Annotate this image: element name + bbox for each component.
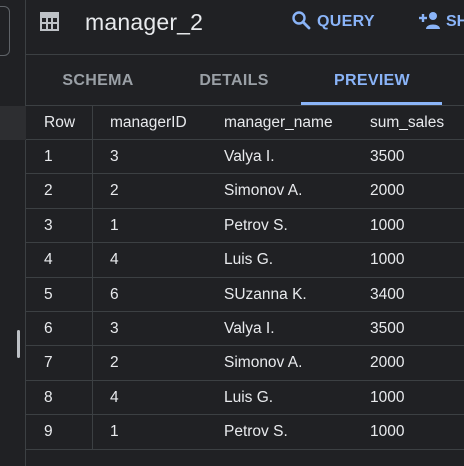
sum-sales-cell: 3400: [370, 285, 405, 303]
query-button-label: QUERY: [317, 13, 375, 30]
manager-name-cell: Valya I.: [224, 319, 275, 337]
manager-name-cell: Luis G.: [224, 388, 274, 406]
column-header-managerid[interactable]: managerID: [110, 106, 187, 140]
share-button-label: SH: [446, 13, 464, 30]
manager-name-cell: Luis G.: [224, 251, 274, 269]
row-number-cell: 8: [44, 388, 53, 406]
query-button[interactable]: QUERY: [291, 8, 375, 36]
person-add-icon: [418, 10, 442, 35]
manager-name-cell: Simonov A.: [224, 182, 303, 200]
manager-id-cell: 2: [110, 182, 119, 200]
row-number-cell: 6: [44, 319, 53, 337]
table-icon: [40, 12, 59, 31]
sum-sales-cell: 1000: [370, 388, 405, 406]
manager-name-cell: Petrov S.: [224, 423, 288, 441]
left-gutter: [0, 0, 26, 466]
tab-schema[interactable]: SCHEMA: [60, 55, 136, 105]
resize-handle[interactable]: [17, 330, 20, 358]
sum-sales-cell: 3500: [370, 148, 405, 165]
tab-bar: SCHEMA DETAILS PREVIEW: [26, 55, 464, 105]
row-number-cell: 4: [44, 251, 53, 269]
row-number-cell: 1: [44, 148, 53, 165]
share-button[interactable]: SH: [418, 8, 464, 36]
manager-id-cell: 6: [110, 285, 119, 303]
tab-preview[interactable]: PREVIEW: [324, 55, 420, 105]
sum-sales-cell: 2000: [370, 354, 405, 372]
manager-id-cell: 4: [110, 251, 119, 269]
row-number-cell: 9: [44, 423, 53, 441]
sum-sales-cell: 1000: [370, 251, 405, 269]
column-header-sum-sales[interactable]: sum_sales: [370, 106, 444, 140]
row-number-cell: 5: [44, 285, 53, 303]
manager-id-cell: 4: [110, 388, 119, 406]
sum-sales-cell: 2000: [370, 182, 405, 200]
sum-sales-cell: 3500: [370, 319, 405, 337]
row-number-cell: 7: [44, 354, 53, 372]
sum-sales-cell: 1000: [370, 423, 405, 441]
page-title: manager_2: [85, 9, 204, 35]
manager-id-cell: 1: [110, 216, 119, 234]
manager-id-cell: 1: [110, 423, 119, 441]
manager-name-cell: Petrov S.: [224, 216, 288, 234]
manager-id-cell: 2: [110, 354, 119, 372]
column-header-manager-name[interactable]: manager_name: [224, 106, 333, 140]
gutter-row-highlight: [0, 106, 26, 140]
search-icon: [291, 10, 311, 35]
row-number-cell: 2: [44, 182, 53, 200]
column-header-row[interactable]: Row: [44, 106, 75, 140]
manager-name-cell: Simonov A.: [224, 354, 303, 372]
sum-sales-cell: 1000: [370, 216, 405, 234]
gutter-panel-frame: [0, 6, 10, 56]
manager-name-cell: Valya I.: [224, 148, 275, 165]
row-number-column-divider: [92, 106, 93, 450]
tab-details[interactable]: DETAILS: [196, 55, 272, 105]
manager-id-cell: 3: [110, 319, 119, 337]
row-number-cell: 3: [44, 216, 53, 234]
table-header: manager_2 QUERY SH: [26, 0, 464, 50]
manager-name-cell: SUzanna K.: [224, 285, 307, 303]
manager-id-cell: 3: [110, 148, 119, 165]
